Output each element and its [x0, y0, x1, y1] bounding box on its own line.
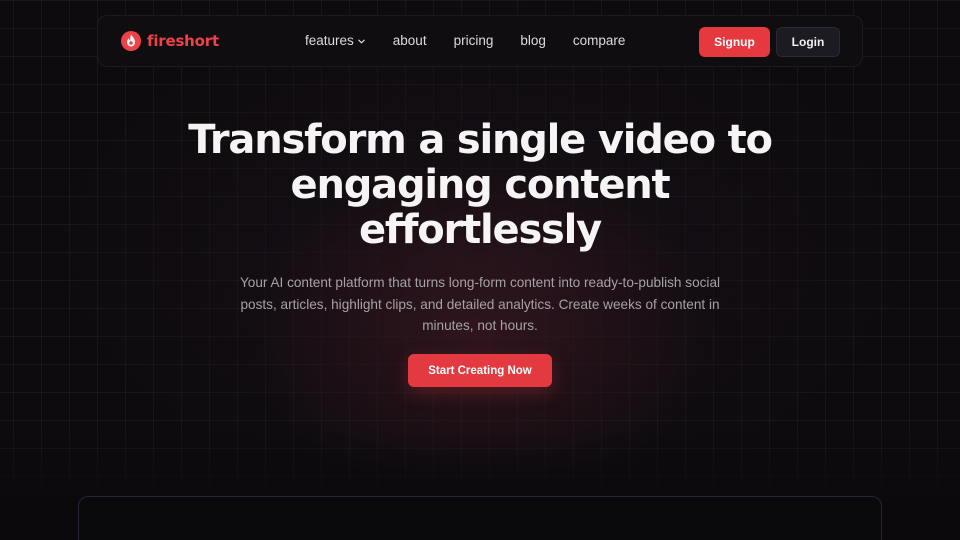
signup-button[interactable]: Signup: [699, 27, 770, 57]
start-creating-button[interactable]: Start Creating Now: [408, 354, 552, 387]
hero-title: Transform a single video to engaging con…: [130, 118, 830, 253]
hero-title-line-1: Transform a single video to: [188, 117, 773, 163]
hero-subtitle: Your AI content platform that turns long…: [239, 275, 721, 333]
flame-logo-icon: [121, 31, 141, 51]
product-preview-frame: [78, 496, 882, 540]
nav-links: features about pricing blog compare: [305, 33, 625, 48]
top-navbar: fireshort features about pricing blog co…: [97, 15, 863, 67]
hero-title-line-2: engaging content: [290, 162, 671, 208]
nav-item-pricing[interactable]: pricing: [454, 33, 494, 48]
nav-item-features-label: features: [305, 33, 354, 48]
login-button[interactable]: Login: [776, 27, 840, 57]
nav-item-compare[interactable]: compare: [573, 33, 626, 48]
nav-item-features[interactable]: features: [305, 33, 366, 48]
nav-item-about[interactable]: about: [393, 33, 427, 48]
brand-logo[interactable]: fireshort: [121, 31, 219, 51]
hero-title-line-3: effortlessly: [358, 207, 602, 253]
brand-name: fireshort: [147, 32, 219, 50]
chevron-down-icon: [357, 39, 365, 44]
nav-item-blog[interactable]: blog: [520, 33, 546, 48]
